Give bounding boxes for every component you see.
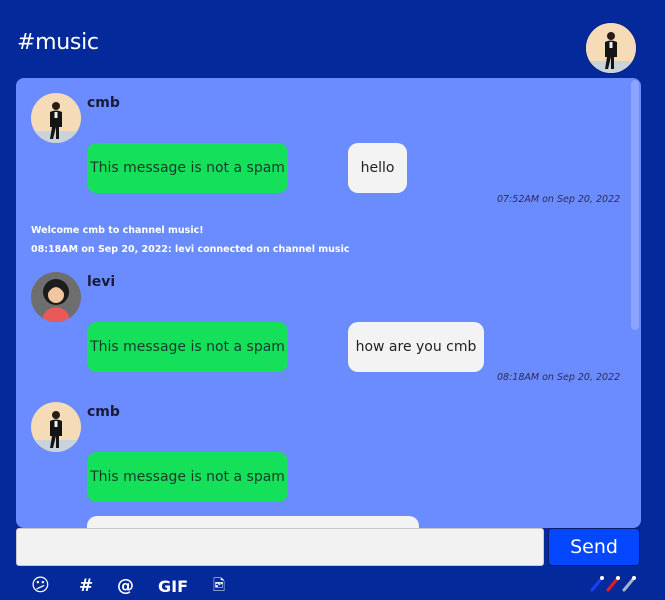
spam-status-badge: This message is not a spam [87,143,288,193]
send-button[interactable]: Send [548,528,640,566]
message-input[interactable] [16,528,544,566]
image-upload-icon[interactable]: 🖻 [213,575,225,600]
spam-status-badge: This message is not a spam [87,322,288,372]
message-username: levi [87,274,116,290]
spam-status-badge: This message is not a spam [87,452,288,502]
hashtag-button[interactable]: # [79,576,93,596]
message-timestamp: 08:18AM on Sep 20, 2022 [497,372,621,383]
message-username: cmb [87,95,120,111]
user-avatar-icon [586,23,636,73]
avatar-levi[interactable] [31,272,81,322]
emoji-icon[interactable]: 😕 [31,575,50,596]
female-avatar-icon [31,272,81,322]
message-timestamp: 07:52AM on Sep 20, 2022 [497,194,621,205]
chat-scrollbar[interactable] [629,78,641,528]
chat-panel[interactable]: cmb This message is not a spam hello 07:… [16,78,641,528]
channel-title: #music [17,30,99,55]
message-bubble: hello [348,143,407,193]
mention-button[interactable]: @ [117,576,134,596]
avatar-cmb[interactable] [31,402,81,452]
chat-scrollbar-thumb[interactable] [631,80,639,330]
user-avatar-icon [31,93,81,143]
system-message: Welcome cmb to channel music! [31,225,204,236]
message-bubble: how are you cmb [348,322,484,372]
system-message: 08:18AM on Sep 20, 2022: levi connected … [31,244,350,255]
user-avatar[interactable] [586,23,636,73]
user-avatar-icon [31,402,81,452]
message-username: cmb [87,404,120,420]
gif-button[interactable]: GIF [158,577,188,596]
message-bubble [87,516,419,528]
avatar-cmb[interactable] [31,93,81,143]
theme-brush-icon[interactable] [590,572,642,592]
